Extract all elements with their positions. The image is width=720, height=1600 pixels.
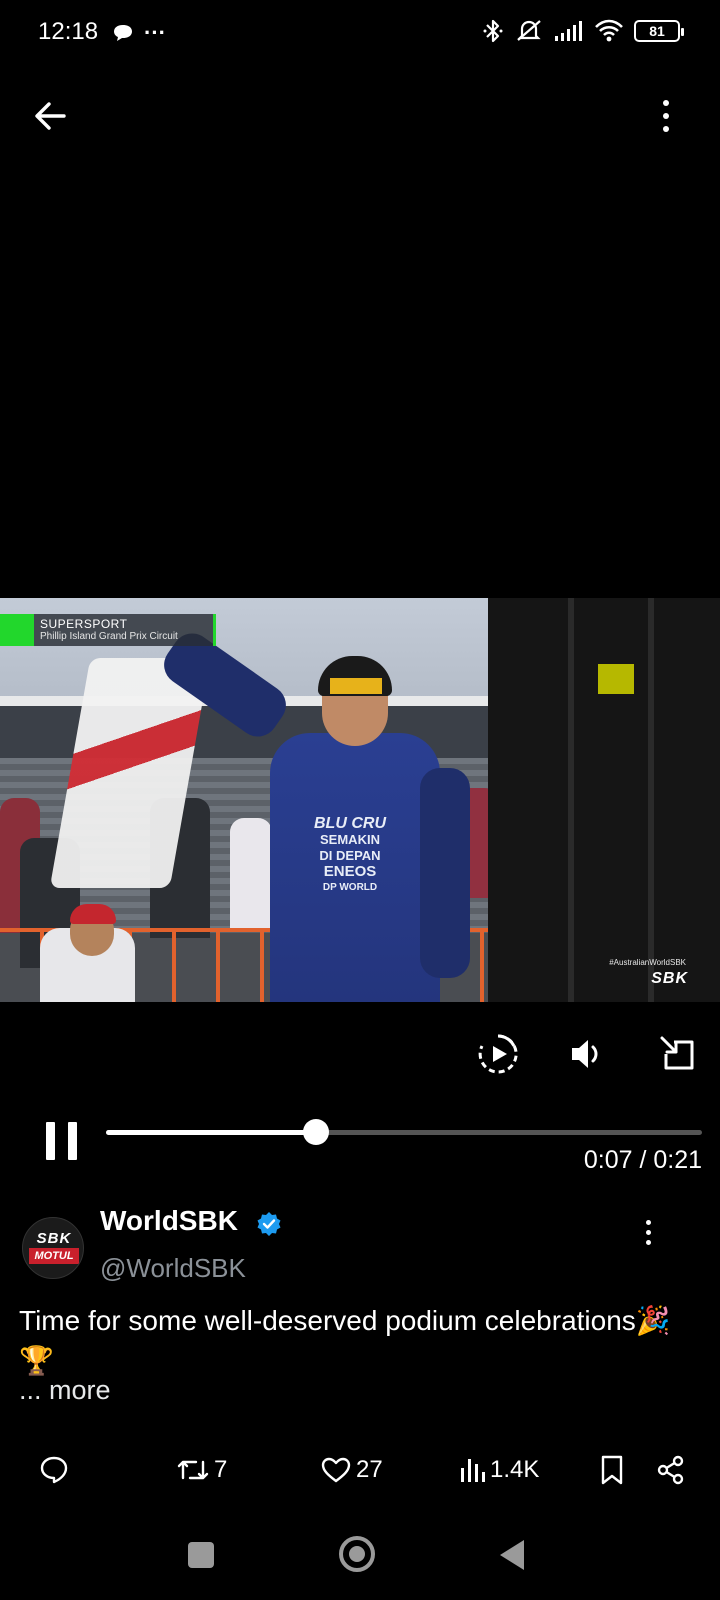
home-button[interactable] [339,1536,375,1572]
android-nav-bar [0,1530,720,1580]
chat-bubble-icon [114,25,132,41]
dot [663,113,669,119]
video-scene-truck [488,598,720,1002]
sbk-broadcast-logo: SBK [651,970,688,987]
rider-arm [420,768,470,978]
views-chart-icon [461,1459,485,1482]
fullscreen-exit-button[interactable] [656,1032,700,1076]
video-controls [0,1022,720,1082]
minimize-icon [660,1036,694,1070]
rider-cap-band [330,678,382,694]
reply-button[interactable] [38,1448,70,1492]
views-button[interactable]: 1.4K [458,1448,539,1492]
reply-icon [40,1456,68,1484]
suit-line: DP WORLD [322,882,378,893]
repost-icon [177,1460,209,1480]
view-count: 1.4K [490,1456,540,1483]
status-left-icons: ··· [112,20,166,46]
avatar-sponsor-text: MOTUL [29,1248,79,1264]
suit-line: DI DEPAN [319,848,381,863]
display-name[interactable]: WorldSBK [100,1205,238,1237]
silent-bell-icon [517,20,541,41]
bookmark-button[interactable] [598,1448,626,1492]
video-frame[interactable]: BLU CRU SEMAKIN DI DEPAN ENEOS DP WORLD … [0,598,720,1002]
top-nav [0,84,720,144]
dot [645,1229,651,1235]
arrow-left-icon [35,102,66,130]
autoplay-button[interactable] [476,1032,520,1076]
lower-third-edge [213,614,216,646]
time-readout: 0:07 / 0:21 [583,1146,702,1174]
notification-ellipsis: ··· [144,20,166,45]
lower-third-series: SUPERSPORT [40,617,128,631]
progress-fill [106,1130,316,1135]
tweet-more-button[interactable] [640,1217,656,1247]
repost-button[interactable]: 7 [176,1448,227,1492]
share-button[interactable] [656,1448,686,1492]
dot [663,126,669,132]
status-right-icons: 81 [482,18,684,44]
status-time: 12:18 [38,18,99,45]
status-bar: 12:18 ··· 81 [0,0,720,66]
crowd-person [230,818,272,928]
suit-line: SEMAKIN [320,832,380,847]
video-scene-sign [598,664,634,694]
progress-track[interactable] [106,1119,702,1145]
recents-button[interactable] [188,1542,214,1568]
suit-line: ENEOS [323,863,377,880]
lower-third-circuit: Phillip Island Grand Prix Circuit [40,631,178,642]
action-bar: 7 27 1.4K [0,1448,720,1496]
like-button[interactable]: 27 [320,1448,383,1492]
back-button[interactable] [30,94,74,138]
bookmark-icon [601,1455,623,1485]
battery-icon: 81 [634,20,684,42]
dot [645,1219,651,1225]
broadcast-hashtag: #AustralianWorldSBK [609,958,686,967]
progress-thumb[interactable] [302,1119,329,1145]
autoplay-icon [478,1034,518,1074]
volume-icon [572,1040,598,1068]
pause-bar-left [46,1122,55,1160]
lower-third-accent [0,614,34,646]
second-rider-cap [70,904,116,924]
broadcast-lower-third: SUPERSPORT Phillip Island Grand Prix Cir… [0,614,216,646]
like-count: 27 [356,1456,383,1483]
heart-icon [321,1457,351,1483]
verified-badge-icon [257,1212,281,1236]
repost-count: 7 [214,1456,228,1483]
more-options-button[interactable] [656,94,676,138]
avatar-logo-text: SBK [36,1230,72,1247]
dot [663,100,669,106]
system-back-button[interactable] [500,1540,524,1570]
avatar[interactable]: SBK MOTUL [22,1217,84,1279]
wifi-icon [595,19,623,42]
dot [645,1239,651,1245]
show-more-link[interactable]: ... more [19,1375,111,1406]
handle[interactable]: @WorldSBK [100,1253,246,1284]
signal-icon [555,21,582,41]
volume-button[interactable] [566,1032,610,1076]
share-icon [657,1455,684,1485]
pause-button[interactable] [46,1122,78,1160]
pause-bar-right [68,1122,77,1160]
bluetooth-icon [483,19,503,43]
rider-suit-text: BLU CRU SEMAKIN DI DEPAN ENEOS DP WORLD [300,816,400,896]
suit-line: BLU CRU [314,815,386,832]
tweet-text: Time for some well-deserved podium celeb… [19,1305,671,1376]
